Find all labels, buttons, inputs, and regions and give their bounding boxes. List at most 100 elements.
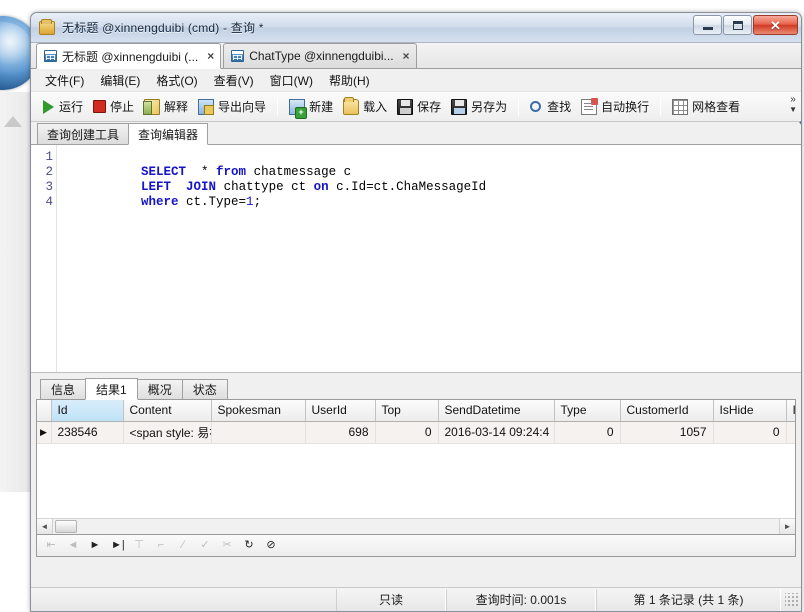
query-window: 无标题 @xinnengduibi (cmd) - 查询 * ✕ 无标题 @xi… <box>30 12 802 612</box>
cell-userid[interactable]: 698 <box>305 421 376 444</box>
col-header-senddatetime[interactable]: SendDatetime <box>438 400 555 422</box>
refresh-icon[interactable]: ↻ <box>243 540 255 551</box>
prev-record-icon[interactable]: ◄ <box>67 540 79 551</box>
tab-query-editor[interactable]: 查询编辑器 <box>128 123 209 145</box>
cell-isrobot[interactable] <box>786 421 795 444</box>
cell-spokesman[interactable] <box>211 421 306 444</box>
doc-tab-close-icon[interactable]: × <box>207 50 214 62</box>
col-header-type[interactable]: Type <box>554 400 621 422</box>
tab-result1[interactable]: 结果1 <box>85 378 138 400</box>
code-token: JOIN <box>186 180 217 194</box>
tab-profile[interactable]: 概况 <box>136 379 183 399</box>
export-wizard-button[interactable]: 导出向导 <box>193 96 271 117</box>
menu-help[interactable]: 帮助(H) <box>321 69 378 92</box>
export-wizard-icon <box>198 98 215 115</box>
run-button[interactable]: 运行 <box>38 96 88 117</box>
scroll-right-button[interactable]: ► <box>779 519 795 534</box>
col-header-spokesman[interactable]: Spokesman <box>211 400 306 422</box>
background-arrow-icon <box>4 116 22 127</box>
grid-view-label: 网格查看 <box>692 100 741 114</box>
col-header-userid[interactable]: UserId <box>305 400 376 422</box>
save-as-label: 另存为 <box>471 100 508 114</box>
save-button[interactable]: 保存 <box>392 96 446 117</box>
cell-type[interactable]: 0 <box>554 421 621 444</box>
cell-senddatetime[interactable]: 2016-03-14 09:24:4 <box>438 421 555 444</box>
line-number: 4 <box>45 195 53 209</box>
doc-tab-close-icon[interactable]: × <box>403 50 410 62</box>
grid-horizontal-scrollbar[interactable]: ◄ ► <box>37 518 795 534</box>
close-button[interactable]: ✕ <box>753 15 798 35</box>
save-as-button[interactable]: 另存为 <box>446 96 512 117</box>
menu-view[interactable]: 查看(V) <box>206 69 262 92</box>
tab-status[interactable]: 状态 <box>181 379 228 399</box>
menu-window[interactable]: 窗口(W) <box>262 69 321 92</box>
grid-view-icon <box>672 98 689 115</box>
insert-record-icon[interactable]: ⊤ <box>133 540 145 551</box>
doc-tab-untitled-query[interactable]: 无标题 @xinnengduibi (... × <box>36 43 222 69</box>
cell-id[interactable]: 238546 <box>51 421 124 444</box>
next-record-icon[interactable]: ► <box>89 540 101 551</box>
tab-profile-label: 概况 <box>147 383 172 397</box>
new-button[interactable]: 新建 <box>284 96 338 119</box>
find-button[interactable]: 查找 <box>525 96 576 117</box>
tab-query-builder-label: 查询创建工具 <box>47 127 120 142</box>
col-header-ishide[interactable]: IsHide <box>713 400 787 422</box>
last-record-icon[interactable]: ►| <box>111 540 125 551</box>
line-number-gutter: 1 2 3 4 <box>31 145 57 372</box>
sql-editor[interactable]: 1 2 3 4 SELECT * from chatmessage c LEFT… <box>31 145 801 373</box>
tab-info[interactable]: 信息 <box>40 379 87 399</box>
load-button[interactable]: 载入 <box>338 96 392 117</box>
word-wrap-button[interactable]: 自动换行 <box>576 96 654 117</box>
new-label: 新建 <box>309 100 334 114</box>
explain-label: 解释 <box>164 100 189 114</box>
cell-customerid[interactable]: 1057 <box>620 421 714 444</box>
maximize-button[interactable] <box>723 15 752 35</box>
first-record-icon[interactable]: ⇤ <box>45 540 57 551</box>
sql-code[interactable]: SELECT * from chatmessage c LEFT JOIN ch… <box>57 145 801 372</box>
edit-record-icon[interactable]: ∕ <box>177 540 189 551</box>
background-panel <box>0 92 32 492</box>
line-number: 2 <box>45 165 53 179</box>
cell-content[interactable]: <span style: 易初 <box>123 421 212 444</box>
row-marker-header <box>37 400 52 422</box>
col-header-id[interactable]: Id <box>51 400 124 422</box>
cancel-edit-icon[interactable]: ✂ <box>221 540 233 551</box>
window-title: 无标题 @xinnengduibi (cmd) - 查询 * <box>62 21 264 35</box>
cell-ishide[interactable]: 0 <box>713 421 787 444</box>
minimize-button[interactable] <box>693 15 722 35</box>
delete-record-icon[interactable]: ⌐ <box>155 540 167 551</box>
minimize-icon <box>702 27 713 30</box>
grid-view-button[interactable]: 网格查看 <box>667 96 745 117</box>
find-icon <box>530 101 542 112</box>
stop-loading-icon[interactable]: ⊘ <box>265 540 277 551</box>
screenshot-root: 无标题 @xinnengduibi (cmd) - 查询 * ✕ 无标题 @xi… <box>0 0 804 612</box>
table-row[interactable]: ▶ 238546 <span style: 易初 698 0 2016-03-1… <box>37 421 795 444</box>
col-header-isrobot[interactable]: IsRobo <box>786 400 795 422</box>
result-grid[interactable]: Id Content Spokesman UserId Top SendDate… <box>36 399 796 535</box>
word-wrap-label: 自动换行 <box>601 100 650 114</box>
doc-tab-chattype[interactable]: ChatType @xinnengduibi... × <box>223 43 417 68</box>
code-token: chattype ct <box>216 180 314 194</box>
row-marker-icon: ▶ <box>37 421 52 444</box>
resize-grip-icon[interactable] <box>785 592 799 607</box>
toolbar-separator <box>277 97 279 116</box>
col-header-content[interactable]: Content <box>123 400 212 422</box>
scroll-thumb[interactable] <box>55 520 77 533</box>
menu-edit[interactable]: 编辑(E) <box>92 69 148 92</box>
menu-format[interactable]: 格式(O) <box>148 69 205 92</box>
menu-file[interactable]: 文件(F) <box>37 69 92 92</box>
save-icon <box>397 98 414 115</box>
stop-button[interactable]: 停止 <box>88 96 139 117</box>
post-record-icon[interactable]: ✓ <box>199 540 211 551</box>
maximize-icon <box>732 20 743 30</box>
tab-result1-label: 结果1 <box>96 382 127 397</box>
explain-button[interactable]: 解释 <box>139 96 193 117</box>
cell-top[interactable]: 0 <box>375 421 439 444</box>
tab-query-builder[interactable]: 查询创建工具 <box>37 123 130 144</box>
col-header-top[interactable]: Top <box>375 400 439 422</box>
record-nav-toolbar: ⇤ ◄ ► ►| ⊤ ⌐ ∕ ✓ ✂ ↻ ⊘ <box>36 535 796 557</box>
toolbar-overflow-button[interactable]: » ▼ <box>789 95 797 115</box>
scroll-left-button[interactable]: ◄ <box>37 519 53 534</box>
col-header-customerid[interactable]: CustomerId <box>620 400 714 422</box>
